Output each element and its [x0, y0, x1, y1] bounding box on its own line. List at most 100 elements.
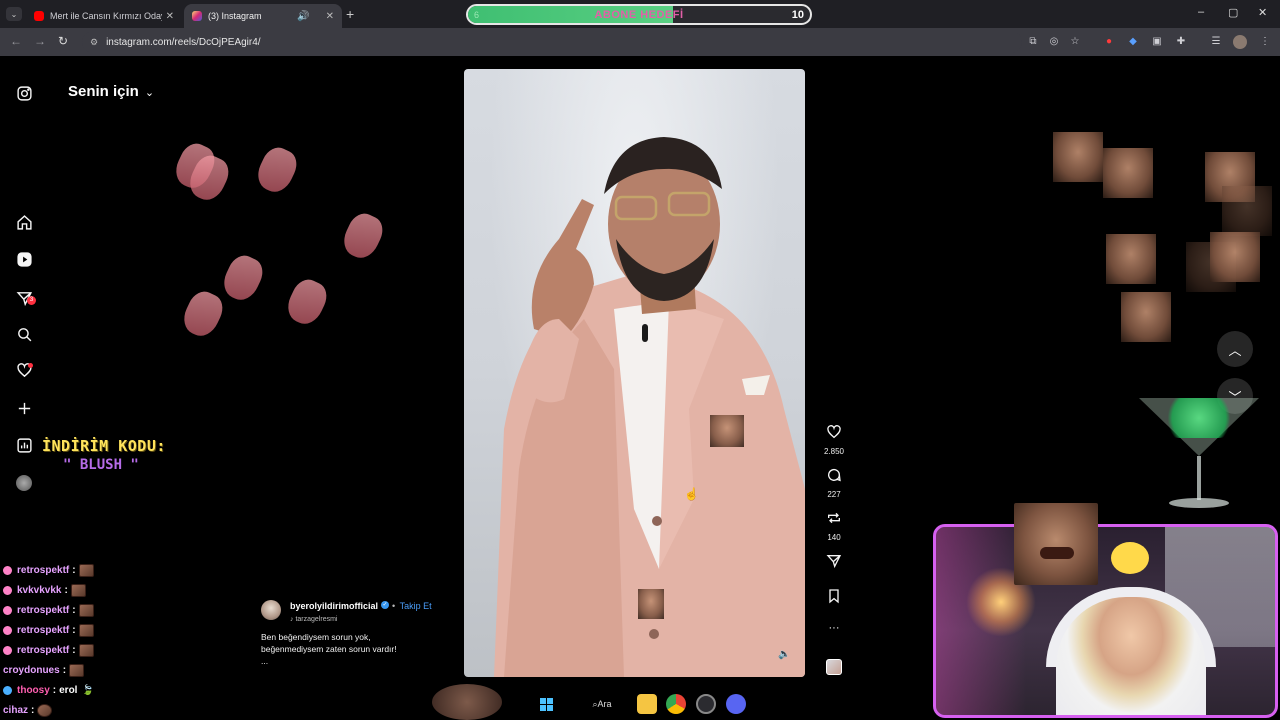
plush-toy: [1111, 542, 1149, 574]
face-emote: [1222, 186, 1272, 236]
file-explorer-icon[interactable]: [637, 694, 657, 714]
face-emote: [710, 415, 744, 447]
maximize-button[interactable]: ▢: [1228, 6, 1238, 19]
save-button[interactable]: [822, 588, 846, 609]
new-tab-button[interactable]: +: [346, 6, 354, 22]
tracking-protection-icon[interactable]: ◎: [1047, 35, 1061, 49]
face-emote-icon: [78, 644, 94, 657]
comment-count: 227: [827, 490, 841, 499]
audio-thumbnail[interactable]: [822, 659, 846, 675]
taskbar-search[interactable]: ⌕ Ara: [578, 694, 626, 714]
previous-reel-button[interactable]: ︿: [1217, 331, 1253, 367]
glass-beads: [1159, 398, 1239, 438]
chat-badge-icon: [3, 566, 12, 575]
dashboard-icon[interactable]: [14, 435, 34, 455]
follow-button[interactable]: Takip Et: [400, 601, 432, 611]
face-emote: [1103, 148, 1153, 198]
repost-button[interactable]: 140: [822, 510, 846, 542]
taskbar-emote: [432, 684, 502, 720]
goal-target: 10: [791, 9, 804, 21]
minimize-button[interactable]: –: [1198, 6, 1204, 18]
create-icon[interactable]: [14, 398, 34, 418]
chat-separator: :: [72, 605, 76, 616]
audio-cover-icon: [826, 659, 842, 675]
install-app-icon[interactable]: ⧉: [1026, 35, 1040, 49]
promo-title: İNDİRİM KODU:: [42, 437, 166, 455]
address-bar[interactable]: ⚙ instagram.com/reels/DcOjPEAgir4/: [82, 31, 1022, 53]
like-count: 2.850: [823, 447, 845, 456]
tab-instagram[interactable]: (3) Instagram 🔊 ✕: [184, 4, 342, 28]
chrome-icon[interactable]: [666, 694, 686, 714]
chat-message: retrospektf:: [3, 642, 94, 659]
windows-start-icon[interactable]: [536, 694, 556, 714]
more-options-button[interactable]: ···: [822, 622, 846, 634]
site-info-icon[interactable]: ⚙: [90, 37, 98, 48]
chat-user: retrospektf: [17, 645, 70, 656]
share-button[interactable]: [822, 553, 846, 574]
close-tab-icon[interactable]: ✕: [326, 11, 334, 22]
bookmark-star-icon[interactable]: ☆: [1068, 35, 1082, 49]
chat-message: thoosy: erol 🍃: [3, 682, 94, 699]
leaf-emote-icon: 🍃: [81, 685, 94, 696]
tab-youtube[interactable]: Mert ile Cansın Kırmızı Odaya g ✕: [26, 4, 182, 28]
back-button[interactable]: ←: [10, 34, 22, 48]
close-tab-icon[interactable]: ✕: [166, 11, 174, 22]
extension-red-icon[interactable]: ●: [1102, 35, 1116, 49]
home-icon[interactable]: [14, 212, 34, 232]
forward-button[interactable]: →: [34, 34, 46, 48]
volume-icon[interactable]: 🔈: [778, 649, 790, 660]
chat-message: retrospektf:: [3, 602, 94, 619]
extensions-puzzle-icon[interactable]: ✚: [1174, 35, 1188, 49]
discord-icon[interactable]: [726, 694, 746, 714]
face-emote: [1210, 232, 1260, 282]
chat-separator: :: [72, 645, 76, 656]
face-emote-icon: [69, 664, 85, 677]
search-icon[interactable]: [14, 324, 34, 344]
feed-selector[interactable]: Senin için ⌄: [68, 83, 154, 100]
browser-menu-icon[interactable]: ⋮: [1258, 35, 1272, 49]
chat-message: retrospektf:: [3, 622, 94, 639]
reload-button[interactable]: ↻: [58, 34, 68, 48]
comment-button[interactable]: 227: [822, 467, 846, 499]
hand-emote: [252, 142, 302, 198]
tab-search-button[interactable]: ⌄: [6, 7, 22, 21]
post-caption: Ben beğendiysem sorun yok, beğenmediysem…: [261, 631, 397, 667]
chat-badge-icon: [3, 626, 12, 635]
feed-title: Senin için: [68, 83, 139, 100]
chevron-up-icon: ︿: [1228, 342, 1242, 358]
hand-emote: [338, 208, 388, 264]
video-frame-person: [494, 137, 805, 677]
obs-icon[interactable]: [696, 694, 716, 714]
chat-user: croydonues: [3, 665, 60, 676]
chevron-down-icon: ⌄: [144, 87, 155, 99]
profile-avatar-icon[interactable]: [1233, 35, 1247, 49]
audio-account[interactable]: tarzagelresmi: [295, 616, 337, 623]
share-icon: [826, 555, 842, 569]
chat-user: kvkvkvkk: [17, 585, 62, 596]
extension-twitch-icon[interactable]: ▣: [1150, 35, 1164, 49]
reading-list-icon[interactable]: ☰: [1209, 35, 1223, 49]
bookmark-icon: [829, 589, 839, 604]
chat-badge-icon: [3, 646, 12, 655]
cursor-hand-icon: ☝: [684, 487, 699, 501]
reel-video[interactable]: 🔈 ☝: [464, 69, 805, 677]
emote-mouth: [1040, 547, 1074, 559]
instagram-logo-icon[interactable]: [14, 83, 34, 103]
extension-blue-icon[interactable]: ◆: [1126, 35, 1140, 49]
chat-message: retrospektf:: [3, 562, 94, 579]
caption-more[interactable]: ...: [261, 655, 397, 667]
chat-separator: :: [72, 625, 76, 636]
face-emote-icon: [78, 624, 94, 637]
close-window-button[interactable]: ✕: [1258, 6, 1267, 19]
author-avatar[interactable]: [261, 599, 281, 620]
face-emote-icon: [70, 584, 86, 597]
face-emote: [1053, 132, 1103, 182]
reels-icon[interactable]: [14, 249, 34, 269]
like-button[interactable]: 2.850: [822, 424, 846, 456]
author-username[interactable]: byerolyildirimofficial: [290, 601, 378, 611]
profile-avatar[interactable]: [14, 473, 34, 493]
mute-tab-icon[interactable]: 🔊: [297, 11, 309, 22]
promo-code: " BLUSH ": [63, 457, 139, 473]
comment-icon: [828, 469, 841, 482]
face-emote: [638, 589, 664, 619]
